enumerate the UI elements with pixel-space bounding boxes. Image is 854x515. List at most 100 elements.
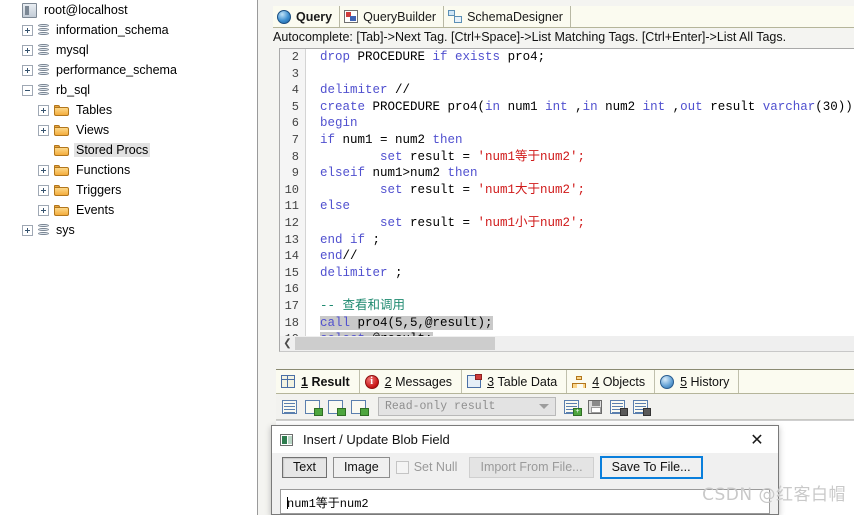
query-tab-strip[interactable]: Query QueryBuilder SchemaDesigner <box>273 6 854 28</box>
result-tab-label: Table Data <box>497 374 558 389</box>
tree-item-label: Functions <box>76 163 131 177</box>
database-icon <box>38 223 49 237</box>
code-text[interactable]: end if ; <box>306 232 854 249</box>
result-tab-number: 5 <box>680 374 688 389</box>
expand-icon[interactable] <box>22 64 33 76</box>
tab-schemadesigner[interactable]: SchemaDesigner <box>444 6 571 27</box>
tree-item-views[interactable]: Views <box>0 120 257 140</box>
export-grid-button[interactable] <box>303 397 323 417</box>
code-token: num1>num2 <box>372 166 448 181</box>
code-token: then <box>432 132 463 147</box>
result-tab-table-data[interactable]: 3 Table Data <box>462 370 568 393</box>
code-text[interactable]: delimiter ; <box>306 265 854 282</box>
code-text[interactable]: -- 查看和调用 <box>306 298 854 315</box>
expand-icon[interactable] <box>38 184 49 196</box>
export-sql-button[interactable] <box>349 397 369 417</box>
blob-content-textarea[interactable]: num1等于num2 <box>280 489 770 514</box>
save-to-file-button[interactable]: Save To File... <box>599 455 703 479</box>
expand-icon[interactable] <box>38 164 49 176</box>
results-tab-strip[interactable]: 1 Result i 2 Messages 3 Table Data 4 Objects… <box>276 369 854 394</box>
text-mode-button[interactable]: Text <box>282 456 327 478</box>
code-text[interactable] <box>306 281 854 298</box>
code-text[interactable]: elseif num1>num2 then <box>306 165 854 182</box>
folder-icon <box>54 204 69 216</box>
view-grid-button[interactable] <box>280 397 300 417</box>
collapse-icon[interactable] <box>22 84 33 96</box>
tree-item-sys[interactable]: sys <box>0 220 257 240</box>
tree-item-triggers[interactable]: Triggers <box>0 180 257 200</box>
code-text[interactable]: call pro4(5,5,@result); <box>306 315 854 332</box>
expand-icon[interactable] <box>38 124 49 136</box>
tab-querybuilder[interactable]: QueryBuilder <box>340 6 445 27</box>
expand-icon[interactable] <box>22 24 33 36</box>
add-record-button[interactable]: + <box>562 397 582 417</box>
code-text[interactable]: set result = 'num1大于num2'; <box>306 182 854 199</box>
code-token: call <box>320 315 358 330</box>
save-record-button[interactable] <box>585 397 605 417</box>
tab-query[interactable]: Query <box>273 6 341 27</box>
querybuilder-icon <box>344 10 359 23</box>
scroll-left-arrow-icon[interactable]: ❮ <box>280 337 295 351</box>
sql-code-editor[interactable]: 2 drop PROCEDURE if exists pro4; 3 4 delimit… <box>279 48 854 336</box>
results-toolbar[interactable]: Read-only result + <box>276 394 854 420</box>
code-text[interactable]: set result = 'num1等于num2'; <box>306 149 854 166</box>
tree-item-rb-sql[interactable]: rb_sql <box>0 80 257 100</box>
code-line: 13 end if ; <box>280 231 854 249</box>
tree-item-root-localhost[interactable]: root@localhost <box>0 0 257 20</box>
tree-item-tables[interactable]: Tables <box>0 100 257 120</box>
scrollbar-thumb[interactable] <box>295 337 495 350</box>
expand-icon[interactable] <box>22 44 33 56</box>
expand-icon[interactable] <box>38 204 49 216</box>
code-token: result <box>710 99 763 114</box>
line-number: 5 <box>280 98 306 116</box>
tab-label: SchemaDesigner <box>467 9 563 24</box>
tree-item-mysql[interactable]: mysql <box>0 40 257 60</box>
code-token: PROCEDURE <box>372 99 448 114</box>
code-text[interactable]: set result = 'num1小于num2'; <box>306 215 854 232</box>
code-text[interactable]: else <box>306 198 854 215</box>
edit-record-button[interactable] <box>631 397 651 417</box>
dialog-title-bar: Insert / Update Blob Field ✕ <box>272 426 778 453</box>
code-text[interactable]: drop PROCEDURE if exists pro4; <box>306 49 854 66</box>
result-tab-history[interactable]: 5 History <box>655 370 740 393</box>
delete-record-button[interactable] <box>608 397 628 417</box>
set-null-checkbox[interactable]: Set Null <box>395 460 457 474</box>
tree-item-performance-schema[interactable]: performance_schema <box>0 60 257 80</box>
database-icon <box>38 63 49 77</box>
code-text[interactable]: begin <box>306 115 854 132</box>
expand-icon[interactable] <box>38 104 49 116</box>
code-text[interactable]: create PROCEDURE pro4(in num1 int ,in nu… <box>306 99 854 116</box>
result-tab-messages[interactable]: i2 Messages <box>360 370 463 393</box>
tree-item-label: Views <box>76 123 110 137</box>
export-data-button[interactable] <box>326 397 346 417</box>
result-tab-label: History <box>690 374 730 389</box>
code-token: int <box>545 99 576 114</box>
editor-horizontal-scrollbar[interactable]: ❮ <box>279 336 854 352</box>
result-mode-combobox[interactable]: Read-only result <box>378 397 556 416</box>
server-icon <box>22 2 37 18</box>
database-icon <box>38 43 49 57</box>
tree-item-stored-procs[interactable]: Stored Procs <box>0 140 257 160</box>
tree-item-label: Tables <box>76 103 113 117</box>
result-tab-result[interactable]: 1 Result <box>276 370 360 393</box>
code-text[interactable]: if num1 = num2 then <box>306 132 854 149</box>
blob-field-icon <box>280 433 293 446</box>
code-token: then <box>447 166 478 181</box>
tree-item-events[interactable]: Events <box>0 200 257 220</box>
image-mode-button[interactable]: Image <box>332 456 390 478</box>
code-token: create <box>320 99 373 114</box>
close-icon[interactable]: ✕ <box>736 426 778 453</box>
import-from-file-button: Import From File... <box>469 456 594 478</box>
code-token: set <box>380 215 411 230</box>
insert-update-blob-field-dialog[interactable]: Insert / Update Blob Field ✕ Text Image … <box>271 425 779 515</box>
code-text[interactable]: delimiter // <box>306 82 854 99</box>
code-text[interactable] <box>306 66 854 83</box>
tree-item-functions[interactable]: Functions <box>0 160 257 180</box>
expand-icon[interactable] <box>22 224 33 236</box>
result-tab-objects[interactable]: 4 Objects <box>567 370 656 393</box>
code-text[interactable]: end// <box>306 248 854 265</box>
chevron-down-icon[interactable] <box>539 404 549 409</box>
object-browser-tree[interactable]: root@localhost information_schema mysql per… <box>0 0 258 515</box>
tree-item-information-schema[interactable]: information_schema <box>0 20 257 40</box>
checkbox-box[interactable] <box>395 460 409 474</box>
